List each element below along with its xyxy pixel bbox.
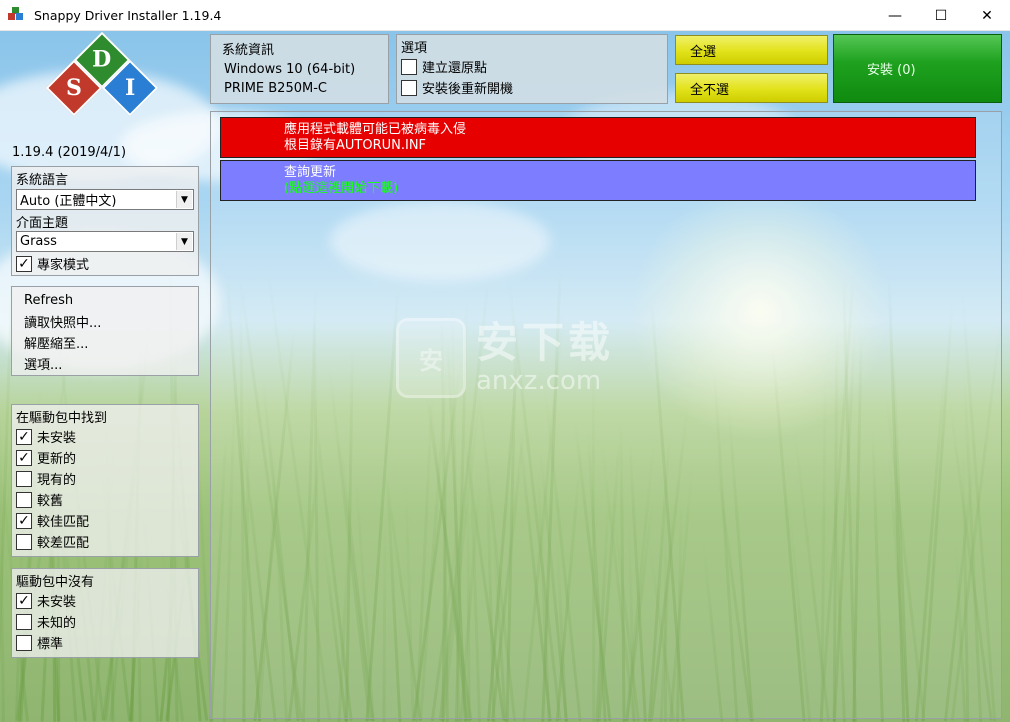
restore-point-checkbox[interactable]: 建立還原點 [399, 56, 665, 77]
expert-mode-label: 專家模式 [37, 258, 90, 273]
system-info-panel: 系統資訊 Windows 10 (64-bit) PRIME B250M-C [210, 34, 389, 104]
system-info-title: 系統資訊 [222, 43, 275, 58]
maximize-button[interactable]: ☐ [918, 0, 964, 31]
filter-older[interactable]: 較舊 [16, 489, 194, 510]
reboot-checkbox[interactable]: 安裝後重新開機 [399, 77, 665, 98]
chevron-down-icon[interactable]: ▼ [176, 233, 192, 250]
filter-worse-match[interactable]: 較差匹配 [16, 531, 194, 552]
watermark: 安 安下载 anxz.com [396, 318, 614, 398]
expert-mode-checkbox[interactable]: ✓ 專家模式 [16, 253, 194, 274]
update-check-row[interactable]: 查詢更新 (點選這裡開始下載) [220, 160, 976, 201]
checkbox-icon[interactable] [401, 58, 417, 75]
os-info: Windows 10 (64-bit) [224, 62, 356, 77]
checkbox-icon[interactable] [401, 79, 417, 96]
virus-warning-line2: 根目錄有AUTORUN.INF [284, 138, 427, 153]
checkbox-icon[interactable]: ✓ [16, 592, 32, 609]
filter-unknown[interactable]: 未知的 [16, 611, 194, 632]
theme-value: Grass [20, 234, 57, 249]
checkbox-icon[interactable] [16, 634, 32, 651]
driver-list: 應用程式載體可能已被病毒入侵 根目錄有AUTORUN.INF 查詢更新 (點選這… [210, 111, 1002, 719]
app-icon [8, 7, 24, 23]
window-title: Snappy Driver Installer 1.19.4 [34, 7, 222, 23]
actions-menu: Refresh 讀取快照中... 解壓縮至... 選項... [11, 286, 199, 376]
version-label: 1.19.4 (2019/4/1) [12, 145, 127, 160]
filter-newer[interactable]: ✓ 更新的 [16, 447, 194, 468]
found-in-pack-filter: 在驅動包中找到 ✓ 未安裝 ✓ 更新的 現有的 較舊 ✓ 較佳匹配 較差匹配 [11, 404, 199, 557]
load-snapshot-menu-item[interactable]: 讀取快照中... [12, 311, 198, 332]
virus-warning-line1: 應用程式載體可能已被病毒入侵 [284, 122, 467, 137]
filter-not-installed[interactable]: ✓ 未安裝 [16, 426, 194, 447]
language-value: Auto (正體中文) [20, 194, 117, 209]
checkbox-icon[interactable] [16, 533, 32, 550]
filter-missing-not-installed[interactable]: ✓ 未安裝 [16, 590, 194, 611]
filter-standard[interactable]: 標準 [16, 632, 194, 653]
checkbox-icon[interactable]: ✓ [16, 449, 32, 466]
language-select[interactable]: Auto (正體中文) ▼ [16, 189, 194, 210]
checkbox-icon[interactable]: ✓ [16, 255, 32, 272]
watermark-title: 安下载 [476, 318, 615, 367]
theme-title: 介面主題 [16, 216, 69, 231]
extract-to-menu-item[interactable]: 解壓縮至... [12, 332, 198, 353]
options-panel: 選項 建立還原點 安裝後重新開機 [396, 34, 668, 104]
checkbox-icon[interactable]: ✓ [16, 428, 32, 445]
not-in-pack-filter: 驅動包中沒有 ✓ 未安裝 未知的 標準 [11, 568, 199, 658]
title-bar: Snappy Driver Installer 1.19.4 — ☐ ✕ [0, 0, 1010, 31]
update-subtitle: (點選這裡開始下載) [284, 181, 399, 196]
select-all-button[interactable]: 全選 [675, 35, 828, 65]
checkbox-icon[interactable]: ✓ [16, 512, 32, 529]
checkbox-icon[interactable] [16, 613, 32, 630]
chevron-down-icon[interactable]: ▼ [176, 191, 192, 208]
sdi-logo: D S I [45, 31, 159, 140]
virus-warning-row[interactable]: 應用程式載體可能已被病毒入侵 根目錄有AUTORUN.INF [220, 117, 976, 158]
refresh-menu-item[interactable]: Refresh [12, 290, 198, 311]
filter-current[interactable]: 現有的 [16, 468, 194, 489]
options-menu-item[interactable]: 選項... [12, 353, 198, 374]
install-button[interactable]: 安裝 (0) [833, 34, 1002, 103]
options-title: 選項 [401, 41, 428, 56]
language-theme-panel: 系統語言 Auto (正體中文) ▼ 介面主題 Grass ▼ ✓ 專家模式 [11, 166, 199, 276]
found-in-pack-title: 在驅動包中找到 [16, 411, 108, 426]
theme-select[interactable]: Grass ▼ [16, 231, 194, 252]
watermark-url: anxz.com [476, 366, 602, 396]
minimize-button[interactable]: — [872, 0, 918, 31]
not-in-pack-title: 驅動包中沒有 [16, 575, 95, 590]
window-controls: — ☐ ✕ [872, 0, 1010, 31]
shopping-bag-icon: 安 [396, 318, 466, 398]
select-none-button[interactable]: 全不選 [675, 73, 828, 103]
close-button[interactable]: ✕ [964, 0, 1010, 31]
motherboard-info: PRIME B250M-C [224, 81, 327, 96]
checkbox-icon[interactable] [16, 470, 32, 487]
checkbox-icon[interactable] [16, 491, 32, 508]
language-title: 系統語言 [16, 173, 69, 188]
filter-better-match[interactable]: ✓ 較佳匹配 [16, 510, 194, 531]
update-title: 查詢更新 [284, 165, 337, 180]
